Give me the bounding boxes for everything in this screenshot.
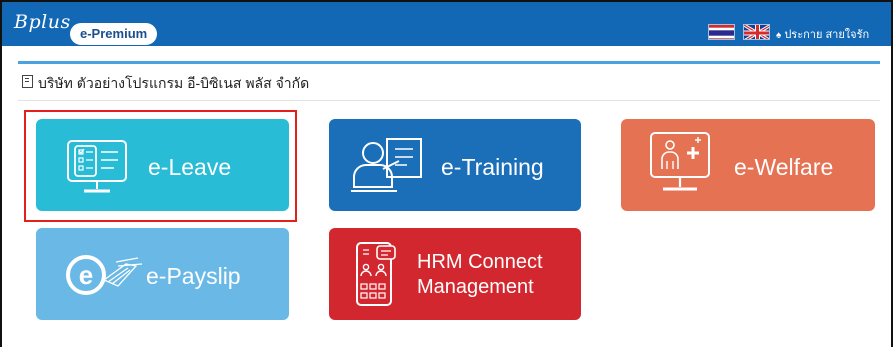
tile-label: e-Leave bbox=[148, 154, 232, 180]
mobile-users-chat-icon bbox=[356, 242, 396, 306]
tile-label: HRM Connect Management bbox=[417, 250, 543, 300]
tile-label: e-Training bbox=[441, 154, 544, 180]
top-navigation-bar: Bplus e-Premium ♠ ประกาย สายใจรัก bbox=[2, 2, 891, 46]
tile-e-leave[interactable]: e-Leave bbox=[36, 119, 289, 211]
user-icon: ♠ bbox=[776, 30, 782, 41]
tile-hrm-connect-management[interactable]: HRM Connect Management bbox=[329, 228, 581, 320]
user-name: ประกาย สายใจรัก bbox=[784, 29, 870, 41]
bplus-logo[interactable]: Bplus bbox=[14, 11, 71, 33]
thai-flag-icon[interactable] bbox=[708, 24, 735, 40]
svg-text:e: e bbox=[79, 260, 93, 290]
tile-e-training[interactable]: e-Training bbox=[329, 119, 581, 211]
company-name: บริษัท ตัวอย่างโปรแกรม อี-บิซิเนส พลัส จ… bbox=[38, 75, 310, 91]
monitor-checklist-icon bbox=[67, 140, 127, 193]
monitor-health-person-icon bbox=[650, 132, 710, 191]
company-bar: บริษัท ตัวอย่างโปรแกรม อี-บิซิเนส พลัส จ… bbox=[18, 61, 880, 101]
tile-label-line-1: HRM Connect bbox=[417, 251, 543, 273]
user-menu[interactable]: ♠ ประกาย สายใจรัก bbox=[776, 25, 869, 43]
e-document-icon: e bbox=[66, 255, 143, 295]
trainer-board-icon bbox=[351, 138, 422, 192]
tile-e-payslip[interactable]: e e-Payslip bbox=[36, 228, 289, 320]
tile-e-welfare[interactable]: e-Welfare bbox=[621, 119, 875, 211]
tile-label: e-Welfare bbox=[734, 154, 834, 180]
tile-label-line-2: Management bbox=[417, 276, 534, 298]
uk-flag-icon[interactable] bbox=[743, 24, 770, 40]
tile-label: e-Payslip bbox=[146, 263, 241, 289]
e-premium-badge: e-Premium bbox=[70, 23, 158, 45]
building-icon bbox=[22, 75, 33, 88]
